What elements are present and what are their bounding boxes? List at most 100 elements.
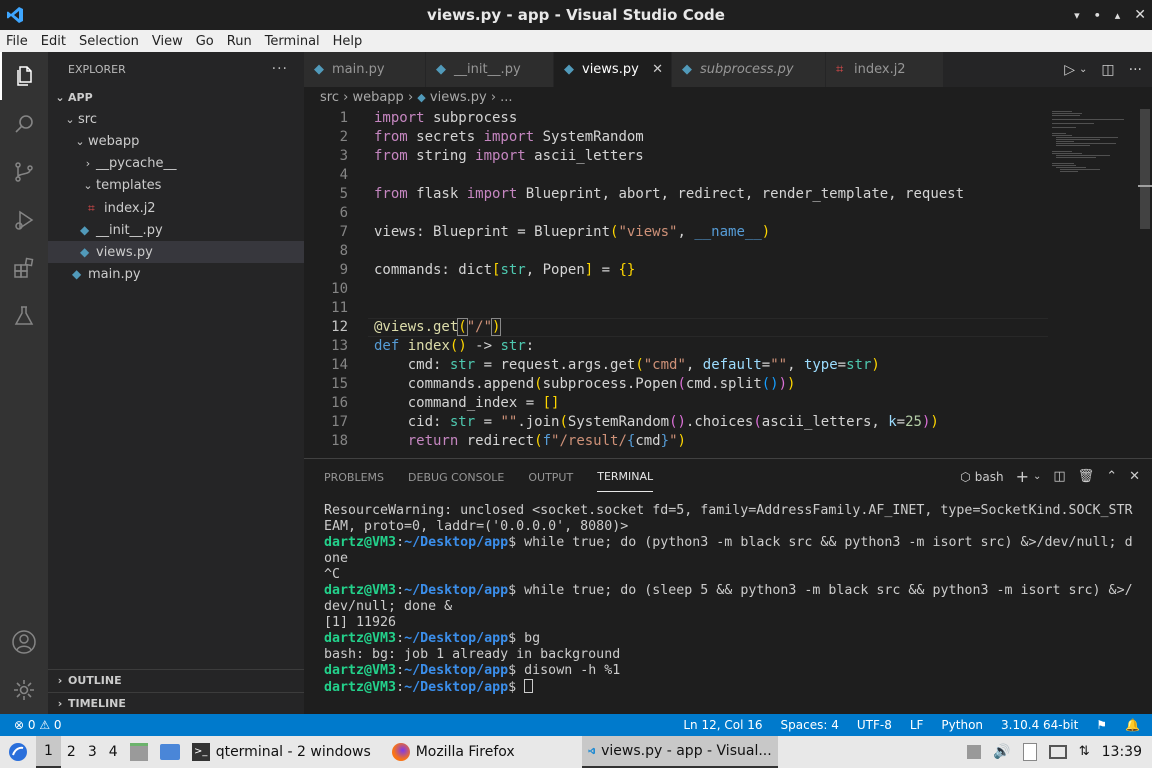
minimap[interactable] [1052, 109, 1132, 458]
tree-folder-src[interactable]: ⌄ src [48, 109, 304, 131]
line-number[interactable]: 4 [304, 167, 348, 183]
trash-icon[interactable]: 🗑 [1078, 469, 1095, 484]
line-number[interactable]: 15 [304, 376, 348, 392]
workspace-3[interactable]: 3 [82, 736, 103, 768]
menu-selection[interactable]: Selection [79, 34, 139, 49]
tab-init-py[interactable]: ◆ __init__.py [426, 52, 554, 87]
tab-problems[interactable]: PROBLEMS [324, 463, 384, 492]
minimize-icon[interactable]: • [1094, 9, 1101, 22]
end-of-line[interactable]: LF [910, 714, 924, 736]
tree-file-views-py[interactable]: ◆ views.py [48, 241, 304, 263]
feedback-icon[interactable]: ⚑ [1096, 714, 1107, 736]
line-number[interactable]: 5 [304, 186, 348, 202]
settings-gear-icon[interactable] [0, 666, 48, 714]
line-number[interactable]: 2 [304, 129, 348, 145]
workspace-root[interactable]: ⌄ APP [48, 87, 304, 109]
tab-main-py[interactable]: ◆ main.py [304, 52, 426, 87]
start-menu-icon[interactable] [0, 736, 36, 768]
tree-folder-pycache[interactable]: › __pycache__ [48, 153, 304, 175]
workspace-1[interactable]: 1 [36, 736, 61, 768]
tab-terminal[interactable]: TERMINAL [597, 462, 654, 492]
indentation[interactable]: Spaces: 4 [781, 714, 839, 736]
tab-views-py[interactable]: ◆ views.py ✕ [554, 52, 672, 87]
close-icon[interactable]: ✕ [1134, 7, 1146, 23]
close-tab-icon[interactable]: ✕ [652, 52, 663, 87]
chevron-down-icon[interactable]: ⌄ [1079, 64, 1087, 75]
more-actions-icon[interactable]: ··· [272, 52, 288, 87]
line-number[interactable]: 18 [304, 433, 348, 449]
clock[interactable]: 13:39 [1096, 736, 1152, 768]
language-mode[interactable]: Python [941, 714, 983, 736]
file-encoding[interactable]: UTF-8 [857, 714, 892, 736]
close-panel-icon[interactable]: ✕ [1129, 469, 1140, 484]
line-number[interactable]: 7 [304, 224, 348, 240]
split-editor-icon[interactable]: ◫ [1101, 62, 1114, 78]
terminal-output[interactable]: ResourceWarning: unclosed <socket.socket… [324, 503, 1139, 696]
window-menu-icon[interactable]: ▾ [1074, 9, 1080, 22]
tree-folder-webapp[interactable]: ⌄ webapp [48, 131, 304, 153]
problems-count[interactable]: ⊗ 0 ⚠ 0 [14, 714, 62, 736]
chevron-down-icon[interactable]: ⌄ [1033, 471, 1041, 482]
timeline-section[interactable]: › TIMELINE [48, 692, 304, 714]
line-number[interactable]: 1 [304, 110, 348, 126]
run-file-icon[interactable]: ▷ [1064, 62, 1075, 78]
code-editor[interactable]: 1 2 3 4 5 6 7 8 9 10 11 12 13 14 15 16 17 18 import subpr… [304, 109, 1152, 458]
trash-bin-icon[interactable] [124, 736, 154, 768]
tree-file-init-py[interactable]: ◆ __init__.py [48, 219, 304, 241]
line-number[interactable]: 16 [304, 395, 348, 411]
maximize-panel-icon[interactable]: ⌃ [1106, 469, 1117, 484]
breadcrumb-views-py[interactable]: views.py [430, 90, 487, 105]
menu-file[interactable]: File [6, 34, 28, 49]
show-desktop-icon[interactable] [154, 736, 186, 768]
tree-file-index-j2[interactable]: ⌗ index.j2 [48, 197, 304, 219]
network-icon[interactable] [1043, 736, 1073, 768]
tree-folder-templates[interactable]: ⌄ templates [48, 175, 304, 197]
line-number[interactable]: 13 [304, 338, 348, 354]
clipboard-icon[interactable] [1017, 736, 1043, 768]
editor-scrollbar[interactable] [1138, 109, 1152, 458]
terminal-shell-name[interactable]: bash [975, 470, 1004, 484]
menu-terminal[interactable]: Terminal [265, 34, 320, 49]
split-terminal-icon[interactable]: ◫ [1053, 469, 1065, 484]
outline-section[interactable]: › OUTLINE [48, 669, 304, 691]
line-number[interactable]: 8 [304, 243, 348, 259]
line-number[interactable]: 3 [304, 148, 348, 164]
line-number[interactable]: 17 [304, 414, 348, 430]
taskbar-firefox[interactable]: Mozilla Firefox [386, 736, 582, 768]
keyboard-layout-icon[interactable] [961, 736, 987, 768]
new-terminal-icon[interactable]: + [1016, 467, 1029, 486]
volume-icon[interactable]: 🔊 [987, 736, 1016, 768]
menu-run[interactable]: Run [227, 34, 252, 49]
source-control-icon[interactable] [0, 148, 48, 196]
menu-help[interactable]: Help [333, 34, 363, 49]
python-interpreter[interactable]: 3.10.4 64-bit [1001, 714, 1078, 736]
tab-index-j2[interactable]: ⌗ index.j2 [826, 52, 944, 87]
line-number[interactable]: 11 [304, 300, 348, 316]
tab-debug-console[interactable]: DEBUG CONSOLE [408, 463, 504, 492]
tree-file-main-py[interactable]: ◆ main.py [48, 263, 304, 285]
breadcrumb-src[interactable]: src [320, 90, 339, 105]
line-number[interactable]: 14 [304, 357, 348, 373]
extensions-icon[interactable] [0, 244, 48, 292]
taskbar-vscode[interactable]: views.py - app - Visual... [581, 736, 778, 768]
run-debug-icon[interactable] [0, 196, 48, 244]
taskbar-qterminal[interactable]: >_ qterminal - 2 windows [186, 736, 386, 768]
line-number[interactable]: 10 [304, 281, 348, 297]
menu-edit[interactable]: Edit [41, 34, 66, 49]
menu-view[interactable]: View [152, 34, 183, 49]
menu-go[interactable]: Go [196, 34, 214, 49]
line-number[interactable]: 9 [304, 262, 348, 278]
maximize-icon[interactable]: ▴ [1115, 9, 1121, 22]
account-icon[interactable] [0, 618, 48, 666]
testing-icon[interactable] [0, 292, 48, 340]
more-actions-icon[interactable]: ··· [1129, 62, 1142, 78]
workspace-2[interactable]: 2 [61, 736, 82, 768]
line-number[interactable]: 12 [304, 319, 348, 335]
tab-output[interactable]: OUTPUT [528, 463, 573, 492]
notifications-bell-icon[interactable]: 🔔 [1125, 714, 1140, 736]
cursor-position[interactable]: Ln 12, Col 16 [683, 714, 762, 736]
breadcrumb-webapp[interactable]: webapp [352, 90, 403, 105]
line-number[interactable]: 6 [304, 205, 348, 221]
explorer-icon[interactable] [0, 52, 48, 100]
breadcrumb-symbol[interactable]: ... [500, 90, 512, 105]
